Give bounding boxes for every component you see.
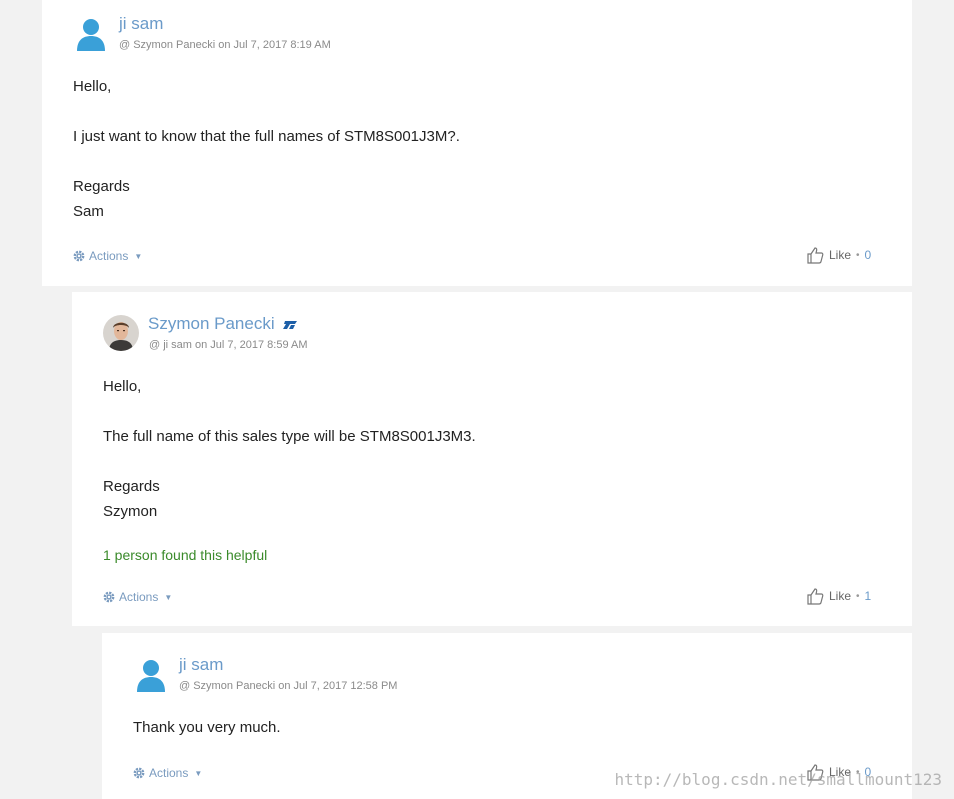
gear-icon <box>133 767 145 779</box>
like-label: Like <box>829 589 852 603</box>
watermark-text: http://blog.csdn.net/smallmount123 <box>614 770 942 789</box>
gear-icon <box>103 591 115 603</box>
body-line: I just want to know that the full names … <box>73 128 460 145</box>
gear-icon <box>73 250 85 262</box>
like-count[interactable]: 1 <box>865 589 872 603</box>
reply-card-1: ji sam @ Szymon Panecki on Jul 7, 2017 8… <box>42 0 912 286</box>
post-meta: @ ji sam on Jul 7, 2017 8:59 AM <box>149 339 308 351</box>
like-button[interactable]: Like • 1 <box>806 587 871 605</box>
body-line: Szymon <box>103 503 158 520</box>
user-silhouette-icon[interactable] <box>73 16 109 52</box>
author-name[interactable]: ji sam <box>119 14 163 34</box>
actions-label: Actions <box>149 766 189 780</box>
author-name[interactable]: Szymon Panecki <box>148 314 298 334</box>
st-logo-icon <box>283 320 298 329</box>
thumbs-up-icon <box>807 247 824 264</box>
post-body: Hello, I just want to know that the full… <box>73 74 460 224</box>
reply-card-2: Szymon Panecki @ ji sam on Jul 7, 2017 8… <box>72 292 912 626</box>
post-meta: @ Szymon Panecki on Jul 7, 2017 8:19 AM <box>119 39 331 51</box>
actions-menu[interactable]: Actions ▼ <box>133 766 202 780</box>
like-label: Like <box>829 248 852 262</box>
user-photo-avatar[interactable] <box>103 315 139 351</box>
like-count[interactable]: 0 <box>865 248 872 262</box>
body-line: Thank you very much. <box>133 719 281 736</box>
caret-down-icon: ▼ <box>164 592 173 602</box>
post-body: Thank you very much. <box>133 715 281 740</box>
body-line: Hello, <box>103 378 142 395</box>
post-body: Hello, The full name of this sales type … <box>103 374 476 524</box>
body-line: Sam <box>73 203 104 220</box>
author-name-text[interactable]: Szymon Panecki <box>148 314 275 333</box>
caret-down-icon: ▼ <box>134 251 143 261</box>
thumbs-up-icon <box>807 588 824 605</box>
actions-label: Actions <box>119 590 159 604</box>
post-meta: @ Szymon Panecki on Jul 7, 2017 12:58 PM <box>179 680 398 692</box>
caret-down-icon: ▼ <box>194 768 203 778</box>
actions-menu[interactable]: Actions ▼ <box>73 249 142 263</box>
author-name[interactable]: ji sam <box>179 655 223 675</box>
actions-label: Actions <box>89 249 129 263</box>
actions-menu[interactable]: Actions ▼ <box>103 590 172 604</box>
helpful-count[interactable]: 1 person found this helpful <box>103 547 267 563</box>
like-button[interactable]: Like • 0 <box>806 246 871 264</box>
body-line: Hello, <box>73 78 112 95</box>
user-silhouette-icon[interactable] <box>133 657 169 693</box>
body-line: Regards <box>73 178 130 195</box>
body-line: The full name of this sales type will be… <box>103 428 476 445</box>
body-line: Regards <box>103 478 160 495</box>
